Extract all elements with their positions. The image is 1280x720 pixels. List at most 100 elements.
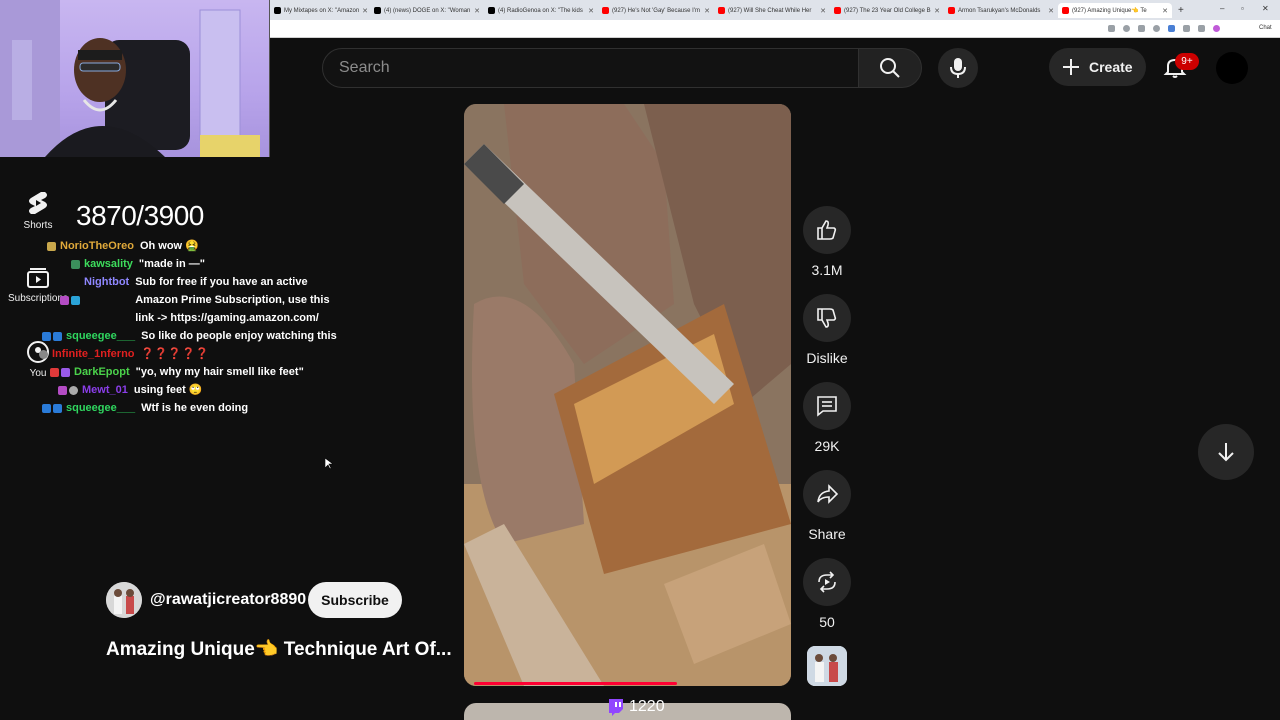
chat-username[interactable]: kawsality <box>84 255 133 273</box>
maximize-icon[interactable]: ▫ <box>1241 4 1244 13</box>
browser-tab[interactable]: My Mixtapes on X: "Amazon ✕ <box>270 3 370 18</box>
zoom-icon[interactable] <box>1123 25 1130 32</box>
sound-thumbnail[interactable] <box>807 646 847 686</box>
chat-username[interactable]: DarkEpopt <box>74 363 130 381</box>
channel-avatar-image <box>106 582 142 618</box>
dislike-button[interactable] <box>803 294 851 342</box>
chat-message: kawsality "made in —" <box>20 255 340 273</box>
video-title[interactable]: Amazing Unique👈 Technique Art Of... <box>106 637 452 661</box>
browser-tab[interactable]: (927) Will She Cheat While Her ✕ <box>714 3 830 18</box>
chat-label[interactable]: Chat <box>1259 25 1272 31</box>
chat-username[interactable]: squeegee___ <box>66 327 135 345</box>
close-tab-icon[interactable]: ✕ <box>934 7 940 15</box>
notification-badge: 9+ <box>1175 53 1199 70</box>
chat-text: Wtf is he even doing <box>141 402 249 414</box>
chat-message: DarkEpopt "yo, why my hair smell like fe… <box>20 363 340 381</box>
tab-label: (927) Amazing Unique👈 Te <box>1072 8 1147 14</box>
like-action: 3.1M <box>803 206 851 278</box>
remix-action: 50 <box>803 558 851 630</box>
browser-tab[interactable]: (927) The 23 Year Old College B ✕ <box>830 3 944 18</box>
video-progress-bar[interactable] <box>474 682 677 685</box>
subscribe-button[interactable]: Subscribe <box>308 582 402 618</box>
share-label: Share <box>808 526 846 542</box>
search-button[interactable] <box>858 48 922 88</box>
close-tab-icon[interactable]: ✕ <box>1048 7 1054 15</box>
sound-thumbnail-image <box>807 646 847 686</box>
shorts-video-player[interactable] <box>464 104 791 686</box>
chat-username[interactable]: NorioTheOreo <box>60 237 134 255</box>
chat-text: So like do people enjoy watching this <box>141 330 337 342</box>
youtube-favicon-icon <box>834 7 841 14</box>
badge-icon <box>42 403 51 413</box>
sidebar-item-label: Shorts <box>23 220 53 231</box>
refresh-icon[interactable] <box>1153 25 1160 32</box>
remix-button[interactable] <box>803 558 851 606</box>
create-button[interactable]: Create <box>1049 48 1146 86</box>
collections-icon[interactable] <box>1198 25 1205 32</box>
close-tab-icon[interactable]: ✕ <box>820 7 826 15</box>
tab-label: (927) He's Not 'Gay' Because I'm <box>612 7 700 14</box>
badge-icon <box>39 349 48 359</box>
youtube-favicon-icon <box>718 7 725 14</box>
tab-label: (927) Will She Cheat While Her <box>728 7 812 14</box>
chat-username[interactable]: Nightbot <box>84 273 129 327</box>
close-tab-icon[interactable]: ✕ <box>704 7 710 15</box>
close-tab-icon[interactable]: ✕ <box>1162 7 1168 15</box>
chat-text: "yo, why my hair smell like feet" <box>135 366 304 378</box>
plus-icon <box>1063 59 1079 75</box>
badge-icon <box>71 295 80 305</box>
chat-message: squeegee___ Wtf is he even doing <box>20 399 340 417</box>
chat-username[interactable]: Mewt_01 <box>82 381 128 399</box>
window-close-icon[interactable]: ✕ <box>1262 4 1269 13</box>
remix-count: 50 <box>819 614 835 630</box>
mouse-cursor-icon <box>325 458 333 470</box>
chat-badges <box>20 255 80 273</box>
chat-username[interactable]: Infinite_1nferno <box>52 345 135 363</box>
badge-icon <box>69 385 78 395</box>
close-tab-icon[interactable]: ✕ <box>474 7 480 15</box>
chat-message: squeegee___ So like do people enjoy watc… <box>20 327 340 345</box>
grid-icon[interactable] <box>1108 25 1115 32</box>
dislike-label: Dislike <box>806 350 848 366</box>
channel-avatar[interactable] <box>106 582 142 618</box>
chat-badges <box>20 345 48 363</box>
badge-icon <box>60 295 69 305</box>
new-tab-button[interactable]: + <box>1174 3 1190 18</box>
browser-tab[interactable]: (4) RadioGenoa on X: "The kids ✕ <box>484 3 598 18</box>
chat-username[interactable]: squeegee___ <box>66 399 135 417</box>
browser-tab[interactable]: Armon Tsarukyan's McDonalds ✕ <box>944 3 1058 18</box>
extension-icon[interactable] <box>1168 25 1175 32</box>
like-button[interactable] <box>803 206 851 254</box>
account-avatar[interactable] <box>1216 52 1248 84</box>
search-icon <box>880 58 900 78</box>
chat-text: Oh wow 🤮 <box>139 240 199 252</box>
channel-name[interactable]: @rawatjicreator8890 <box>150 591 306 609</box>
viewer-count-value: 1220 <box>629 698 665 715</box>
sidebar-item-shorts[interactable]: Shorts <box>0 190 76 231</box>
comments-button[interactable] <box>803 382 851 430</box>
share-button[interactable] <box>803 470 851 518</box>
browser-tab-active[interactable]: (927) Amazing Unique👈 Te ✕ <box>1058 3 1172 18</box>
copilot-icon[interactable] <box>1213 25 1220 32</box>
chat-text: Sub for free if you have an active Amazo… <box>135 276 330 324</box>
remix-icon <box>818 571 836 593</box>
stream-chat: NorioTheOreo Oh wow 🤮 kawsality "made in… <box>20 237 340 417</box>
subscriber-goal: 3870/3900 <box>76 200 204 231</box>
like-count: 3.1M <box>811 262 843 278</box>
voice-search-button[interactable] <box>938 48 978 88</box>
tab-label: (927) The 23 Year Old College B <box>844 7 931 14</box>
next-short-button[interactable] <box>1198 424 1254 480</box>
chat-badges <box>20 363 70 381</box>
favorites-icon[interactable] <box>1183 25 1190 32</box>
minimize-icon[interactable]: – <box>1220 4 1224 13</box>
browser-tab[interactable]: (927) He's Not 'Gay' Because I'm ✕ <box>598 3 714 18</box>
thumbs-up-icon <box>817 220 837 240</box>
badge-icon <box>42 331 51 341</box>
chat-text: "made in —" <box>138 258 205 270</box>
search-input[interactable] <box>339 49 839 87</box>
browser-tab[interactable]: (4) (news) DOGE on X: "Woman ✕ <box>370 3 484 18</box>
close-tab-icon[interactable]: ✕ <box>588 7 594 15</box>
translate-icon[interactable] <box>1138 25 1145 32</box>
close-tab-icon[interactable]: ✕ <box>362 7 368 15</box>
badge-icon <box>61 367 70 377</box>
